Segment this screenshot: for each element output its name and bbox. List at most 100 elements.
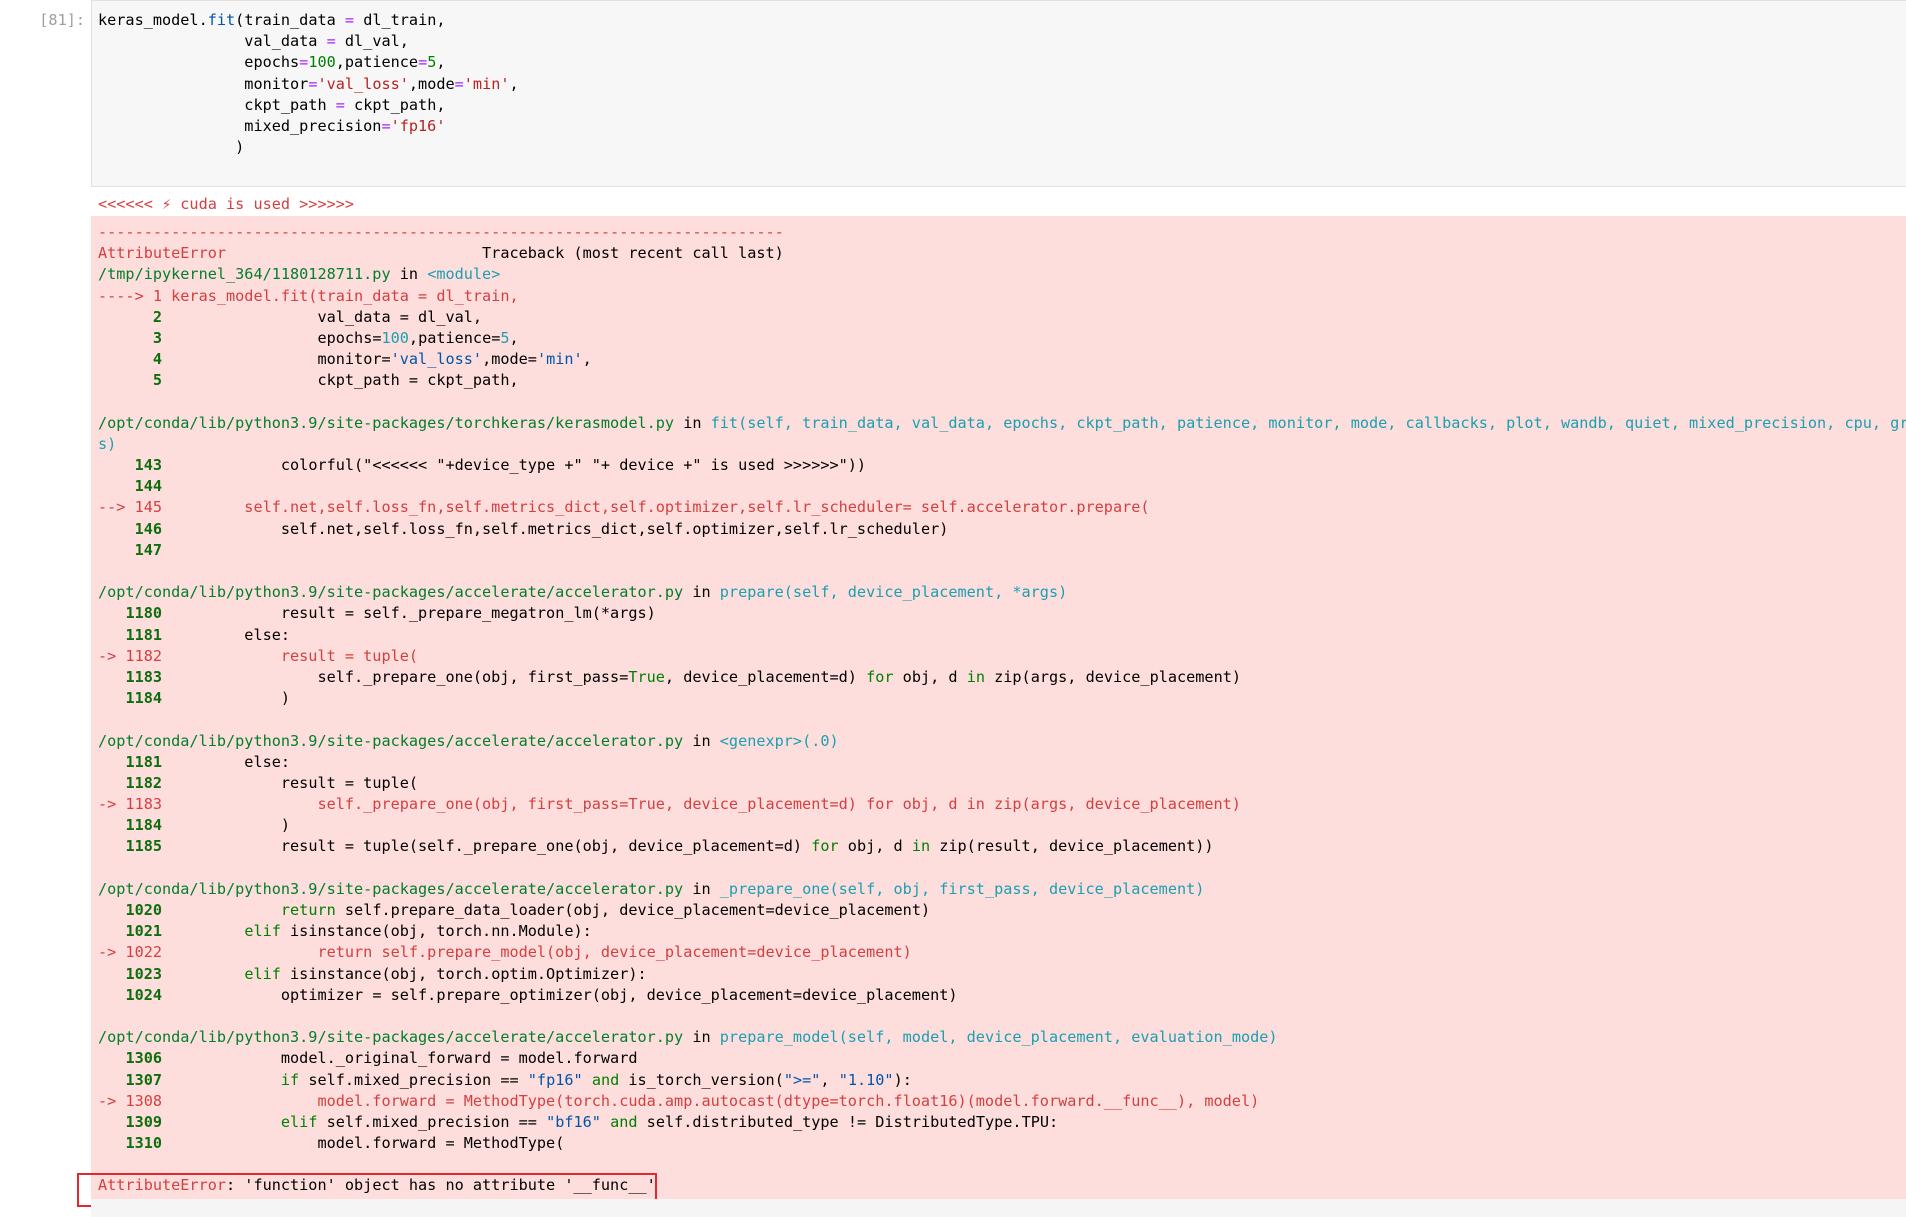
traceback-line-segment: 1023 bbox=[125, 964, 163, 983]
traceback-line-segment: 2 bbox=[152, 307, 163, 326]
traceback-line: /tmp/ipykernel_364/1180128711.py in <mod… bbox=[98, 264, 1906, 285]
code-line: monitor='val_loss',mode='min', bbox=[98, 74, 519, 95]
traceback-line: 1185 result = tuple(self._prepare_one(ob… bbox=[98, 836, 1906, 857]
traceback-line-segment: 1182 bbox=[125, 773, 163, 792]
traceback-line-segment: epochs= bbox=[162, 328, 382, 347]
traceback-line-segment bbox=[98, 753, 125, 771]
traceback-line-segment: in bbox=[674, 413, 711, 432]
traceback-line-segment: 1020 bbox=[125, 901, 163, 919]
code-line-segment: = bbox=[299, 53, 309, 72]
traceback-line-segment: , bbox=[509, 328, 519, 347]
traceback-line: 4 monitor='val_loss',mode='min', bbox=[98, 349, 1906, 370]
code-line: ckpt_path = ckpt_path, bbox=[98, 95, 519, 116]
traceback-line-segment: optimizer = self.prepare_optimizer(obj, … bbox=[162, 985, 958, 1004]
traceback-line-segment: /opt/conda/lib/python3.9/site-packages/a… bbox=[98, 879, 684, 898]
traceback-line-segment bbox=[98, 922, 125, 940]
traceback-line: -> 1022 return self.prepare_model(obj, d… bbox=[98, 942, 1906, 963]
traceback-line-segment bbox=[98, 1134, 125, 1152]
traceback-line-segment: -> 1022 return self.prepare_model(obj, d… bbox=[98, 943, 912, 962]
traceback-line-segment bbox=[162, 1113, 281, 1131]
traceback-line: -> 1308 model.forward = MethodType(torch… bbox=[98, 1091, 1906, 1112]
code-line-segment: monitor bbox=[98, 74, 309, 93]
code-line-segment: = bbox=[454, 74, 464, 93]
traceback-line-segment: fit(self, train_data, val_data, epochs, … bbox=[710, 413, 1906, 432]
traceback-line-segment: in bbox=[683, 731, 720, 750]
traceback-line-segment: ckpt_path = ckpt_path, bbox=[162, 371, 519, 390]
code-line: ) bbox=[98, 137, 519, 158]
traceback-line-segment: 1181 bbox=[125, 752, 163, 771]
code-editor[interactable]: keras_model.fit(train_data = dl_train, v… bbox=[98, 10, 519, 158]
traceback-line: 1184 ) bbox=[98, 815, 1906, 836]
traceback-line-segment: in bbox=[683, 583, 720, 602]
traceback-line-segment: val_data = dl_val, bbox=[162, 307, 483, 326]
code-line-segment: , bbox=[436, 53, 446, 72]
traceback-line: 146 self.net,self.loss_fn,self.metrics_d… bbox=[98, 519, 1906, 540]
traceback-line-segment bbox=[162, 965, 244, 983]
traceback-line-segment bbox=[98, 689, 125, 707]
traceback-line-segment: Traceback (most recent call last) bbox=[226, 244, 784, 263]
traceback-line-segment: 1309 bbox=[125, 1112, 163, 1131]
traceback-line-segment: model.forward = MethodType( bbox=[162, 1134, 565, 1153]
traceback-line-segment bbox=[162, 1071, 281, 1089]
traceback-line: 1306 model._original_forward = model.for… bbox=[98, 1048, 1906, 1069]
traceback-line-segment: and bbox=[591, 1070, 620, 1089]
traceback-line-segment bbox=[98, 1049, 125, 1067]
traceback-line-segment: -> 1308 model.forward = MethodType(torch… bbox=[98, 1091, 1260, 1110]
traceback-line-segment: elif bbox=[280, 1112, 318, 1131]
traceback-line: 1020 return self.prepare_data_loader(obj… bbox=[98, 900, 1906, 921]
traceback-line: 1024 optimizer = self.prepare_optimizer(… bbox=[98, 985, 1906, 1006]
code-line-segment: ) bbox=[98, 138, 245, 157]
traceback-line bbox=[98, 858, 1906, 879]
traceback-line: 1182 result = tuple( bbox=[98, 773, 1906, 794]
traceback-line: 1021 elif isinstance(obj, torch.nn.Modul… bbox=[98, 921, 1906, 942]
traceback-line: /opt/conda/lib/python3.9/site-packages/a… bbox=[98, 879, 1906, 900]
traceback-line-segment: /tmp/ipykernel_364/1180128711.py bbox=[98, 265, 391, 284]
output-footer bbox=[91, 1199, 1906, 1217]
traceback-line-segment: colorful("<<<<<< "+device_type +" "+ dev… bbox=[162, 456, 867, 475]
traceback-line-segment: obj, d bbox=[838, 837, 912, 856]
traceback-line: /opt/conda/lib/python3.9/site-packages/a… bbox=[98, 1027, 1906, 1048]
code-line-segment: 5 bbox=[427, 53, 437, 72]
traceback-line-segment: 143 bbox=[134, 456, 163, 475]
traceback-text: ----------------------------------------… bbox=[98, 222, 1906, 1197]
traceback-line-segment: , device_placement=d) bbox=[664, 667, 867, 686]
traceback-line-segment: ----> 1 keras_model.fit(train_data = dl_… bbox=[98, 286, 519, 305]
traceback-line-segment: zip(result, device_placement)) bbox=[930, 837, 1214, 856]
traceback-line-segment: 1185 bbox=[125, 837, 163, 856]
code-line-segment: epochs bbox=[98, 53, 300, 72]
traceback-line-segment: isinstance(obj, torch.optim.Optimizer): bbox=[280, 964, 647, 983]
traceback-line-segment: /opt/conda/lib/python3.9/site-packages/t… bbox=[98, 413, 675, 432]
traceback-line-segment: 3 bbox=[152, 328, 163, 347]
traceback-line-segment: 146 bbox=[134, 519, 163, 538]
code-line-segment: = bbox=[418, 53, 428, 72]
traceback-line bbox=[98, 709, 1906, 730]
traceback-line-segment: 1021 bbox=[125, 922, 163, 941]
traceback-line-segment: 1306 bbox=[125, 1049, 163, 1068]
code-line-segment: ckpt_path, bbox=[344, 95, 446, 114]
traceback-line-segment bbox=[98, 626, 125, 644]
traceback-line-segment: ,patience= bbox=[408, 328, 501, 347]
cell-execution-count: [81]: bbox=[39, 11, 85, 29]
traceback-line-segment: s) bbox=[98, 434, 117, 453]
traceback-line-segment: is_torch_version( bbox=[619, 1070, 784, 1089]
traceback-line-segment bbox=[98, 477, 135, 495]
traceback-line bbox=[98, 561, 1906, 582]
stderr-output: <<<<<< ⚡ cuda is used >>>>>> bbox=[98, 195, 355, 213]
traceback-line-segment: , bbox=[582, 350, 592, 369]
traceback-line-segment: 1307 bbox=[125, 1070, 163, 1089]
traceback-line-segment: <genexpr>(.0) bbox=[719, 731, 839, 750]
traceback-line-segment: isinstance(obj, torch.nn.Module): bbox=[280, 922, 592, 941]
traceback-line: ----------------------------------------… bbox=[98, 222, 1906, 243]
traceback-line-segment: monitor= bbox=[162, 350, 391, 369]
traceback-line: -> 1183 self._prepare_one(obj, first_pas… bbox=[98, 794, 1906, 815]
code-line-segment: fit bbox=[207, 11, 236, 29]
traceback-line-segment: 'min' bbox=[536, 350, 583, 369]
traceback-line-segment: "fp16" bbox=[527, 1070, 583, 1089]
traceback-line-segment: self.mixed_precision == bbox=[317, 1112, 547, 1131]
traceback-line-segment bbox=[98, 816, 125, 834]
traceback-line-segment: in bbox=[966, 667, 985, 686]
traceback-line-segment: -> 1182 result = tuple( bbox=[98, 646, 419, 665]
traceback-line: 1184 ) bbox=[98, 688, 1906, 709]
traceback-line-segment bbox=[98, 668, 125, 686]
code-line-segment: , bbox=[509, 74, 519, 93]
